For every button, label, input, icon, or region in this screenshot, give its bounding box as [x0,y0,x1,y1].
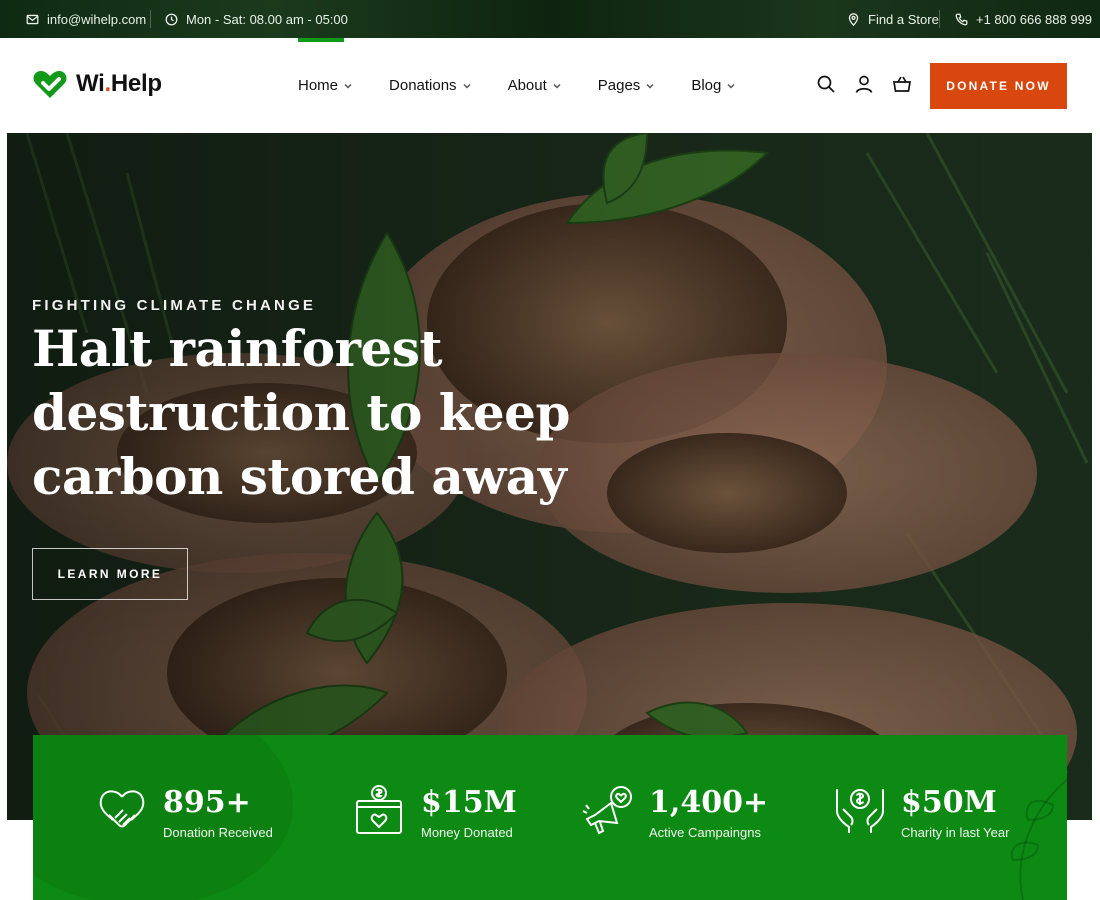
stat-charity-last-year: $50M Charity in last Year [833,783,1009,840]
donation-box-icon [356,785,402,834]
nav-item-blog[interactable]: Blog [691,38,735,133]
learn-more-button[interactable]: LEARN MORE [32,548,188,600]
user-icon[interactable] [854,74,874,94]
nav-item-pages[interactable]: Pages [598,38,655,133]
stats-band: 895+ Donation Received $15M Money Donate… [33,735,1067,900]
chevron-down-icon [553,83,561,89]
nav-item-about[interactable]: About [508,38,561,133]
stat-label: Donation Received [163,825,273,840]
cart-icon[interactable] [892,74,912,94]
topbar-email-text: info@wihelp.com [47,11,147,27]
stat-label: Active Campaingns [649,825,761,840]
header-actions [816,74,912,94]
stat-money-donated: $15M Money Donated [353,783,517,840]
nav-item-home[interactable]: Home [298,38,352,133]
stat-value: 1,400+ [649,785,769,820]
nav-item-label: About [507,77,547,94]
nav-item-label: Home [298,77,339,94]
hero-eyebrow: FIGHTING CLIMATE CHANGE [32,297,317,314]
top-bar: info@wihelp.com Mon - Sat: 08.00 am - 05… [0,0,1100,38]
stat-active-campaigns: 1,400+ Active Campaingns [581,783,768,840]
chevron-down-icon [463,83,471,89]
stat-label: Charity in last Year [901,825,1010,840]
nav-item-label: Pages [597,77,641,94]
topbar-divider [939,10,940,28]
chevron-down-icon [646,83,654,89]
logo-text: Wi.Help [76,70,162,97]
stat-value: $15M [421,785,517,820]
topbar-store[interactable]: Find a Store [847,0,939,38]
nav-item-label: Donations [389,77,457,94]
topbar-hours: Mon - Sat: 08.00 am - 05:00 [165,0,348,38]
nav-item-label: Blog [691,77,722,94]
search-icon[interactable] [816,74,836,94]
handshake-heart-icon [99,790,145,828]
topbar-phone-text: +1 800 666 888 999 [976,11,1093,27]
topbar-divider [150,10,151,28]
megaphone-icon [582,786,632,835]
stat-value: $50M [901,785,997,820]
topbar-store-text: Find a Store [868,11,939,27]
stat-label: Money Donated [421,825,513,840]
heart-logo-icon [33,71,67,98]
chevron-down-icon [727,83,735,89]
mail-icon [26,14,39,24]
topbar-email[interactable]: info@wihelp.com [26,0,146,38]
stat-value: 895+ [163,785,251,820]
nav-item-donations[interactable]: Donations [389,38,471,133]
donate-now-button[interactable]: DONATE NOW [930,63,1067,109]
hero-headline: Halt rainforest destruction to keep carb… [32,319,570,506]
logo[interactable]: Wi.Help [32,68,162,100]
phone-icon [955,13,968,25]
hero-banner: FIGHTING CLIMATE CHANGE Halt rainforest … [7,133,1092,820]
main-nav: Home Donations About Pages Blog [298,38,772,133]
hands-coin-icon [836,789,884,833]
chevron-down-icon [344,83,352,89]
topbar-hours-text: Mon - Sat: 08.00 am - 05:00 [186,11,348,27]
map-pin-icon [848,12,859,26]
site-header: Wi.Help Home Donations About Pages Blog … [0,38,1100,133]
nav-active-indicator [298,38,344,42]
topbar-phone[interactable]: +1 800 666 888 999 [955,0,1092,38]
clock-icon [165,13,178,25]
stat-donation-received: 895+ Donation Received [95,783,273,840]
